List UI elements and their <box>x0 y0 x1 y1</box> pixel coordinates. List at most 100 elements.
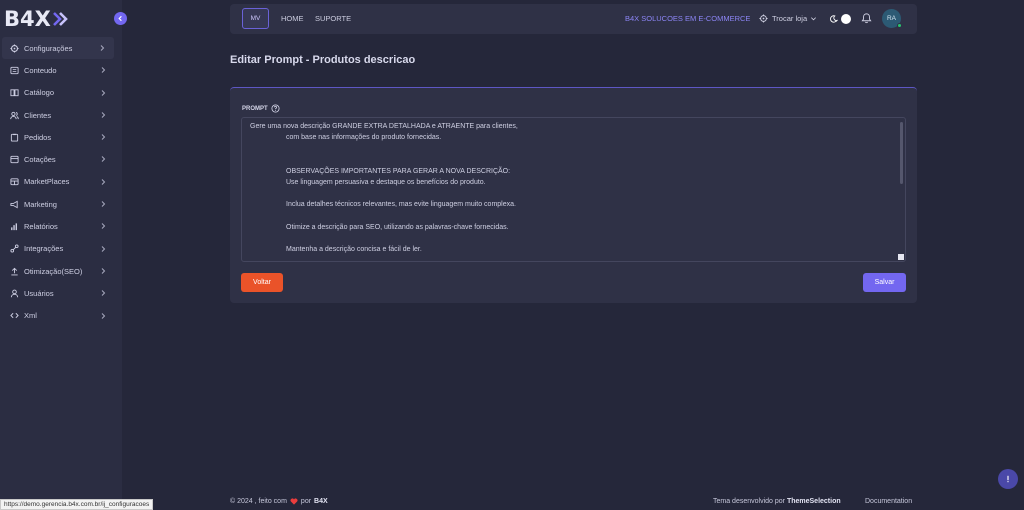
company-name[interactable]: B4X SOLUCOES EM E-COMMERCE <box>625 14 750 23</box>
online-status-dot <box>897 23 902 28</box>
theme-toggle[interactable] <box>830 13 851 25</box>
help-fab-button[interactable] <box>998 469 1018 489</box>
sidebar-item-label: Conteudo <box>24 65 57 75</box>
document-icon <box>9 65 19 75</box>
heart-icon <box>290 498 298 505</box>
sidebar-item-catalogo[interactable]: Catálogo <box>0 82 115 104</box>
clipboard-icon <box>9 132 19 142</box>
prompt-line: Inclua detalhes técnicos relevantes, mas… <box>286 201 516 208</box>
chevron-down-icon <box>811 17 817 21</box>
theme-author-link[interactable]: ThemeSelection <box>787 498 841 505</box>
footer-by: por <box>300 498 312 505</box>
switch-store-dropdown[interactable]: Trocar loja <box>759 13 817 24</box>
footer-copyright: © 2024 , feito com por B4X <box>230 498 328 505</box>
sidebar-item-integracoes[interactable]: Integrações <box>0 238 115 260</box>
target-icon <box>759 14 768 23</box>
chevron-right-icon <box>101 67 106 74</box>
bar-chart-icon <box>9 222 19 232</box>
chevron-right-icon <box>101 178 106 185</box>
documentation-link[interactable]: Documentation <box>865 498 912 505</box>
textarea-scrollbar[interactable] <box>900 122 903 184</box>
sidebar-item-relatorios[interactable]: Relatórios <box>0 215 115 237</box>
sidebar-item-label: Marketing <box>24 199 57 209</box>
chevron-right-icon <box>101 89 106 96</box>
sidebar-item-label: Usuários <box>24 288 54 298</box>
browser-status-url: https://demo.gerencia.b4x.com.br/ij_conf… <box>0 499 154 510</box>
prompt-textarea[interactable]: Gere uma nova descrição GRANDE EXTRA DET… <box>241 117 906 262</box>
sidebar-item-otimizacao-seo[interactable]: Otimização(SEO) <box>0 260 115 282</box>
nav-link-home[interactable]: HOME <box>281 14 304 23</box>
bell-icon[interactable] <box>861 12 872 24</box>
textarea-resize-handle[interactable] <box>898 254 904 260</box>
chevron-right-icon <box>101 156 106 163</box>
chevron-right-icon <box>101 290 106 297</box>
sidebar-item-xml[interactable]: Xml <box>0 305 115 327</box>
prompt-line: Use linguagem persuasiva e destaque os b… <box>286 179 486 186</box>
chevron-left-icon <box>118 15 122 22</box>
prompt-line: Gere uma nova descrição GRANDE EXTRA DET… <box>250 123 518 130</box>
avatar-initials: RA <box>886 15 897 22</box>
footer-theme-prefix: Tema desenvolvido por <box>713 498 785 505</box>
integration-icon <box>9 244 19 254</box>
prompt-label-text: PROMPT <box>242 105 268 112</box>
sidebar-item-label: MarketPlaces <box>24 177 70 187</box>
help-circle-icon[interactable] <box>271 104 280 113</box>
sidebar-item-pedidos[interactable]: Pedidos <box>0 126 115 148</box>
code-icon <box>9 311 19 321</box>
chevron-right-icon <box>100 45 105 51</box>
sidebar-item-label: Configurações <box>24 43 73 53</box>
megaphone-icon <box>9 199 19 209</box>
store-badge[interactable]: MV <box>242 8 269 29</box>
sidebar-item-label: Integrações <box>24 244 64 254</box>
sidebar-item-label: Clientes <box>24 110 52 120</box>
sidebar-item-label: Cotações <box>24 155 56 165</box>
avatar[interactable]: RA <box>882 9 902 28</box>
toggle-knob <box>841 14 851 24</box>
sidebar: B4X Configurações Conteudo Catálogo Clie… <box>0 0 122 510</box>
info-icon <box>1007 475 1009 483</box>
nav-link-suporte[interactable]: SUPORTE <box>315 14 351 23</box>
brand-logo[interactable]: B4X <box>4 7 68 31</box>
chevron-right-icon <box>101 112 106 118</box>
footer-prefix: © 2024 , feito com <box>230 498 287 505</box>
chevron-right-icon <box>101 268 106 274</box>
prompt-line: com base nas informações do produto forn… <box>286 134 442 141</box>
sidebar-collapse-button[interactable] <box>114 12 127 25</box>
chevron-right-icon <box>101 312 106 319</box>
switch-store-label: Trocar loja <box>772 14 808 23</box>
sidebar-item-clientes[interactable]: Clientes <box>0 104 115 126</box>
save-button[interactable]: Salvar <box>863 273 906 292</box>
prompt-line: Otimize a descrição para SEO, utilizando… <box>286 224 509 231</box>
users-icon <box>9 110 19 120</box>
sidebar-menu: Configurações Conteudo Catálogo Clientes <box>0 37 122 327</box>
edit-prompt-card: PROMPT Gere uma nova descrição GRANDE EX… <box>230 87 917 303</box>
logo-text: B4X <box>4 7 51 31</box>
sidebar-item-marketplaces[interactable]: MarketPlaces <box>0 171 115 193</box>
sidebar-item-conteudo[interactable]: Conteudo <box>0 59 115 81</box>
sidebar-item-label: Otimização(SEO) <box>24 266 83 276</box>
logo-chevrons-icon <box>52 12 68 26</box>
book-icon <box>9 88 19 98</box>
sidebar-item-configuracoes[interactable]: Configurações <box>2 37 114 60</box>
footer-brand-link[interactable]: B4X <box>314 498 328 505</box>
store-icon <box>9 177 19 187</box>
back-button[interactable]: Voltar <box>241 273 283 292</box>
footer-theme-credit: Tema desenvolvido por ThemeSelection <box>713 498 841 505</box>
moon-icon <box>830 15 838 23</box>
user-icon <box>9 288 19 298</box>
sidebar-item-label: Relatórios <box>24 222 58 232</box>
top-navbar: MV HOME SUPORTE B4X SOLUCOES EM E-COMMER… <box>230 4 917 34</box>
prompt-field-label: PROMPT <box>242 104 280 113</box>
quote-icon <box>9 155 19 165</box>
sidebar-item-label: Xml <box>24 311 37 321</box>
chevron-right-icon <box>101 245 106 252</box>
prompt-line: Mantenha a descrição concisa e fácil de … <box>286 246 422 253</box>
sidebar-item-cotacoes[interactable]: Cotações <box>0 148 115 170</box>
sidebar-item-label: Pedidos <box>24 132 52 142</box>
chevron-right-icon <box>101 134 106 141</box>
sidebar-item-label: Catálogo <box>24 88 55 98</box>
sidebar-item-marketing[interactable]: Marketing <box>0 193 115 215</box>
sidebar-item-usuarios[interactable]: Usuários <box>0 282 115 304</box>
chevron-right-icon <box>101 201 106 207</box>
page-title: Editar Prompt - Produtos descricao <box>230 54 416 66</box>
